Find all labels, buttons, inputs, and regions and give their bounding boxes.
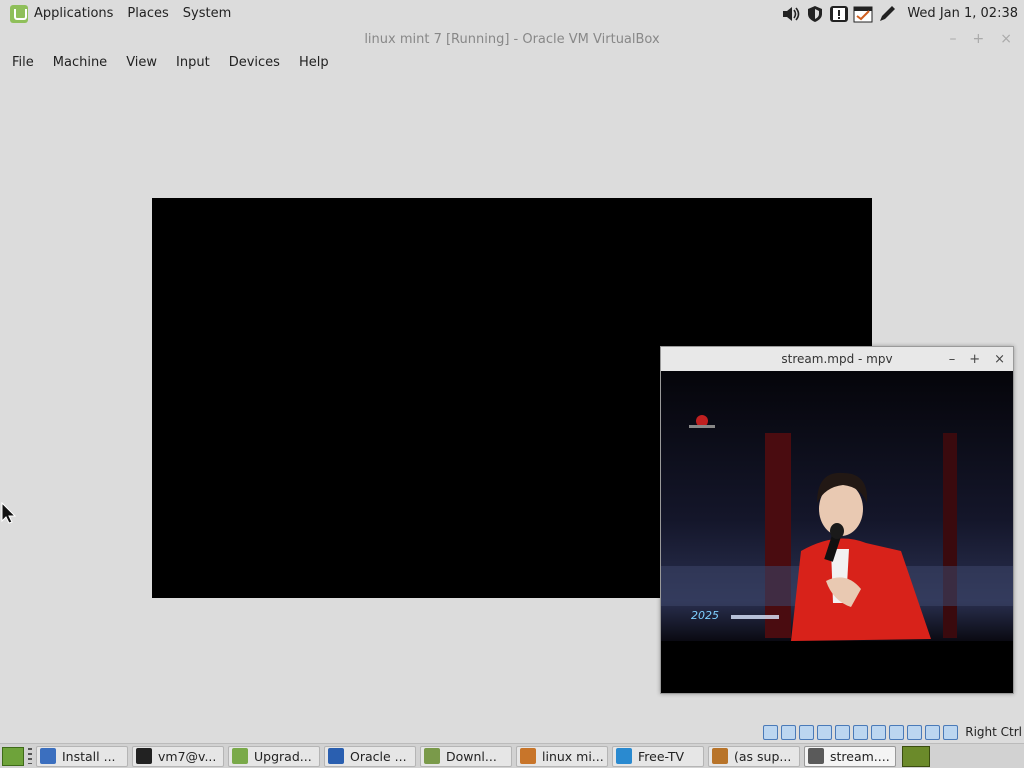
close-icon[interactable]: × (1000, 31, 1012, 47)
taskbar-button[interactable]: Install ... (36, 745, 128, 767)
vm-window-icon (520, 748, 536, 764)
taskbar-button[interactable]: vm7@v... (132, 745, 224, 767)
taskbar-button-label: vm7@v... (158, 748, 217, 764)
menu-input[interactable]: Input (176, 55, 210, 70)
vtx-status-icon[interactable] (907, 724, 923, 740)
hdd-status-icon[interactable] (763, 724, 779, 740)
terminal-icon (136, 748, 152, 764)
mpv-window[interactable]: stream.mpd - mpv – + × 2025 (660, 346, 1014, 694)
taskbar-button-label: Downl... (446, 748, 497, 764)
system-tray: Wed Jan 1, 02:38 (779, 0, 1024, 27)
minimize-icon[interactable]: – (950, 31, 957, 47)
panel-grip-icon[interactable] (28, 748, 32, 764)
top-panel: Applications Places System Wed Jan 1, 02… (0, 0, 1024, 27)
taskbar: Install ... vm7@v... Upgrad... Oracle ... Do… (0, 743, 1024, 768)
audio-status-icon[interactable] (799, 724, 815, 740)
taskbar-button-label: Install ... (62, 748, 116, 764)
mouse-integration-status-icon[interactable] (925, 724, 941, 740)
video-still-image: 2025 (661, 371, 1013, 693)
network-status-icon[interactable] (817, 724, 833, 740)
taskbar-button[interactable]: (as sup... (708, 745, 800, 767)
taskbar-button-label: Free-TV (638, 748, 685, 764)
taskbar-button-label: linux mi... (542, 748, 604, 764)
vbox-statusbar: Right Ctrl (763, 722, 1024, 742)
vbox-window-title: linux mint 7 [Running] - Oracle VM Virtu… (364, 31, 660, 47)
folder-icon (424, 748, 440, 764)
display-status-icon[interactable] (871, 724, 887, 740)
mouse-pointer-icon (1, 502, 17, 524)
usb-status-icon[interactable] (835, 724, 851, 740)
taskbar-button-label: stream.... (830, 748, 890, 764)
menu-machine[interactable]: Machine (53, 55, 107, 70)
show-desktop-icon[interactable] (2, 746, 24, 766)
taskbar-button[interactable]: Free-TV (612, 745, 704, 767)
window-list: Install ... vm7@v... Upgrad... Oracle ... Do… (36, 745, 900, 767)
menu-help[interactable]: Help (299, 55, 329, 70)
editor-icon (712, 748, 728, 764)
taskbar-button[interactable]: Upgrad... (228, 745, 320, 767)
pen-icon[interactable] (877, 4, 897, 24)
menu-devices[interactable]: Devices (229, 55, 280, 70)
taskbar-button[interactable]: Downl... (420, 745, 512, 767)
host-key-label[interactable]: Right Ctrl (965, 725, 1022, 739)
volume-icon[interactable] (781, 4, 801, 24)
mpv-window-icon (808, 748, 824, 764)
mpv-minimize-icon[interactable]: – (949, 352, 956, 367)
taskbar-button[interactable]: linux mi... (516, 745, 608, 767)
shared-folders-status-icon[interactable] (853, 724, 869, 740)
taskbar-button-label: (as sup... (734, 748, 792, 764)
clock[interactable]: Wed Jan 1, 02:38 (907, 6, 1018, 21)
taskbar-button[interactable]: Oracle ... (324, 745, 416, 767)
taskbar-button-label: Oracle ... (350, 748, 407, 764)
freetv-icon (616, 748, 632, 764)
top-menu: Applications Places System (34, 6, 245, 21)
taskbar-button-label: Upgrad... (254, 748, 312, 764)
update-shield-icon (232, 748, 248, 764)
mpv-close-icon[interactable]: × (994, 352, 1005, 367)
security-shield-icon[interactable] (805, 4, 825, 24)
recording-status-icon[interactable] (889, 724, 905, 740)
menu-view[interactable]: View (126, 55, 157, 70)
optical-drive-status-icon[interactable] (781, 724, 797, 740)
mint-menu-icon[interactable] (10, 4, 28, 23)
system-menu[interactable]: System (183, 6, 231, 21)
vbox-titlebar: linux mint 7 [Running] - Oracle VM Virtu… (0, 27, 1024, 51)
menu-file[interactable]: File (12, 55, 34, 70)
update-alert-icon[interactable] (829, 4, 849, 24)
mpv-window-controls: – + × (935, 347, 1005, 371)
clipboard-icon[interactable] (853, 4, 873, 24)
svg-text:2025: 2025 (691, 609, 719, 622)
mpv-video-frame[interactable]: 2025 (661, 371, 1013, 693)
mpv-window-title: stream.mpd - mpv (781, 352, 893, 366)
virtualbox-icon (328, 748, 344, 764)
workspace-switcher-icon[interactable] (902, 745, 930, 767)
keyboard-capture-status-icon[interactable] (943, 724, 959, 740)
vbox-window-controls: – + × (934, 27, 1012, 51)
maximize-icon[interactable]: + (973, 31, 985, 47)
vbox-menubar: File Machine View Input Devices Help (0, 51, 348, 73)
taskbar-button[interactable]: stream.... (804, 745, 896, 767)
places-menu[interactable]: Places (127, 6, 168, 21)
applications-menu[interactable]: Applications (34, 6, 113, 21)
mpv-titlebar[interactable]: stream.mpd - mpv – + × (661, 347, 1013, 371)
mpv-maximize-icon[interactable]: + (969, 352, 980, 367)
installer-icon (40, 748, 56, 764)
